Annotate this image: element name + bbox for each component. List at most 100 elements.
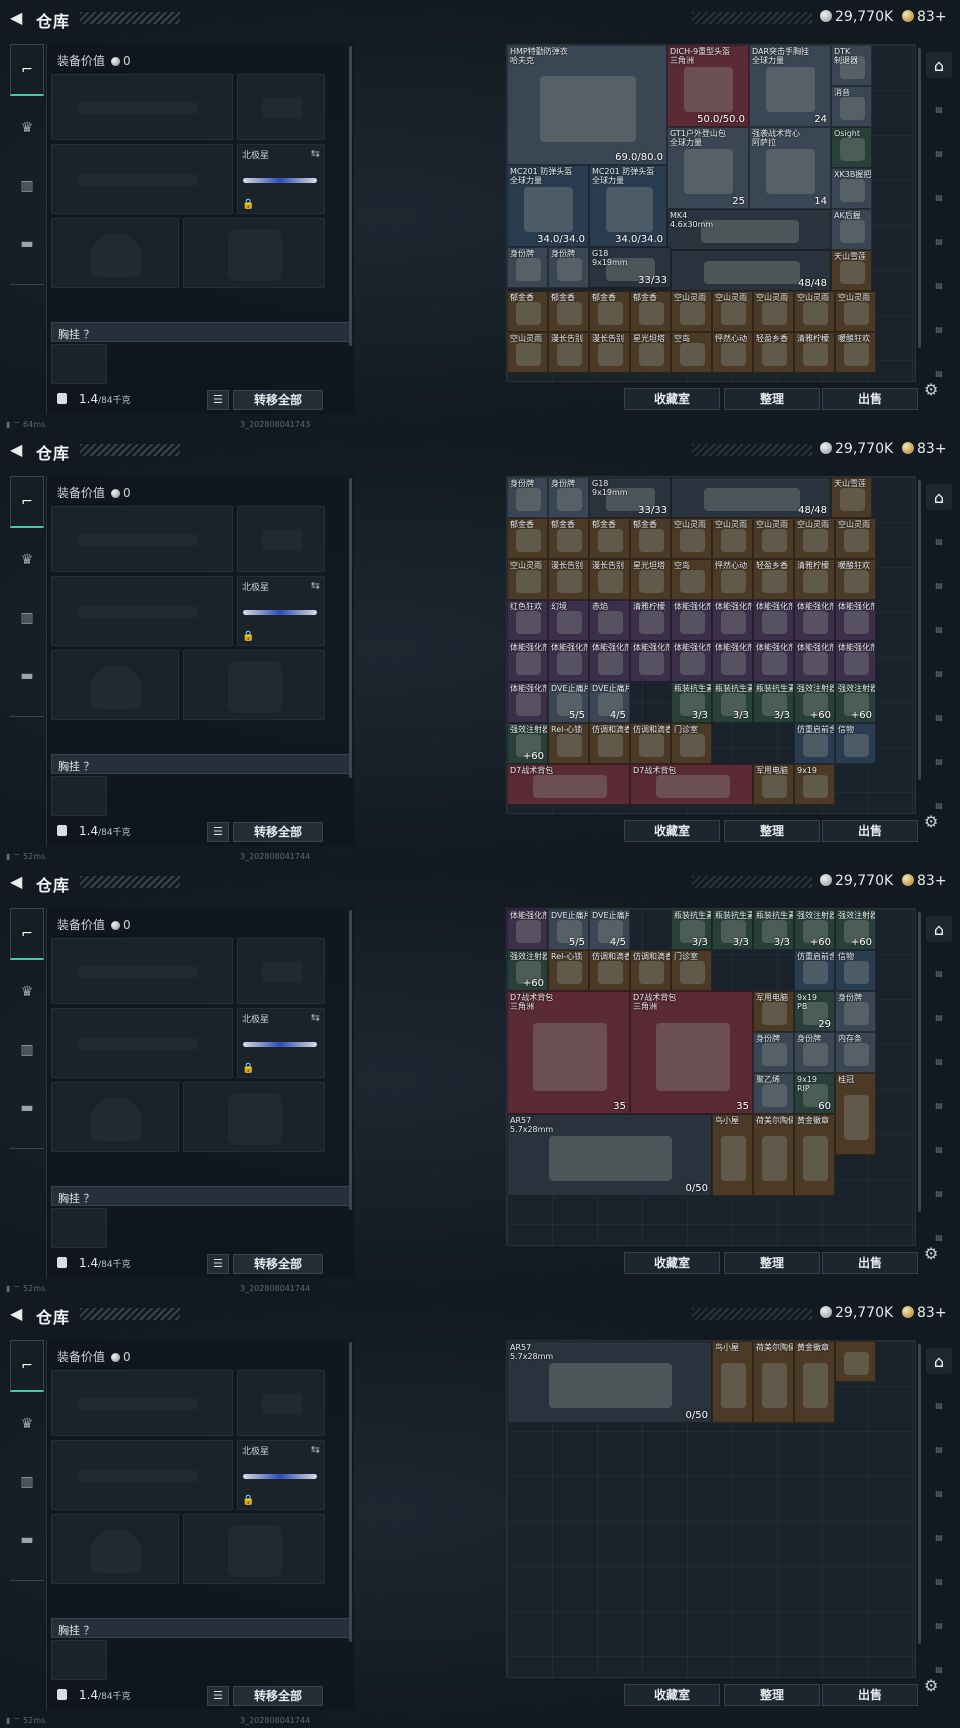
stash-item[interactable]: Osight <box>831 127 872 168</box>
stash-item[interactable]: 身份牌 <box>794 1032 835 1073</box>
stash-item[interactable]: 体能强化剂 <box>548 641 589 682</box>
stash-item[interactable]: 郁金香 <box>589 291 630 332</box>
stash-item[interactable]: MK4 4.6x30mm <box>667 209 831 250</box>
stash-item[interactable]: 空山灵雨 <box>835 291 876 332</box>
stash-item[interactable]: 48/48 <box>671 250 831 291</box>
toolbox-icon[interactable]: ▬ <box>10 650 44 702</box>
stash-item[interactable]: Rel-心锁 <box>548 723 589 764</box>
rig-pocket-slot[interactable] <box>51 776 107 816</box>
stash-item[interactable]: 空山灵雨 <box>794 518 835 559</box>
stash-item[interactable]: 强效注射器 +60 <box>794 682 835 723</box>
stash-item[interactable]: 体能强化剂 <box>753 600 794 641</box>
stash-item[interactable]: 聚乙烯 <box>753 1073 794 1114</box>
pistol-slot[interactable] <box>237 1370 325 1436</box>
sort-button[interactable]: 整理 <box>724 1252 820 1274</box>
secondary-weapon-slot[interactable] <box>51 144 233 214</box>
stash-item[interactable]: 军用电脑 <box>753 764 794 805</box>
stash-item[interactable]: 瓶装抗生素 3/3 <box>753 682 794 723</box>
primary-weapon-slot[interactable] <box>51 74 233 140</box>
stash-item[interactable]: DVE止痛片 4/5 <box>589 682 630 723</box>
stash-item[interactable]: 空山灵雨 <box>753 291 794 332</box>
stash-item[interactable]: 身份牌 <box>548 247 589 288</box>
stash-tab-icon[interactable]: ▤ <box>926 1524 952 1550</box>
stash-item[interactable]: DICH-9重型头盔 三角洲 50.0/50.0 <box>667 45 749 127</box>
toolbox-icon[interactable]: ▬ <box>10 1082 44 1134</box>
stash-item[interactable]: 怦然心动 <box>712 332 753 373</box>
stash-item[interactable]: 空山灵雨 <box>835 518 876 559</box>
melee-slot[interactable]: 北极星 ⇆ 🔒 <box>237 144 325 214</box>
pistol-slot[interactable] <box>237 938 325 1004</box>
vest-icon[interactable]: ▥ <box>10 592 44 644</box>
stash-item[interactable]: AR57 5.7x28mm 0/50 <box>507 1341 712 1423</box>
stash-tab-icon[interactable]: ▤ <box>926 1180 952 1206</box>
primary-weapon-slot[interactable] <box>51 506 233 572</box>
helmet-icon[interactable]: ♛ <box>10 1398 44 1450</box>
primary-weapon-slot[interactable] <box>51 938 233 1004</box>
stash-item[interactable]: 清雅柠檬 <box>630 600 671 641</box>
stash-item[interactable]: 怦然心动 <box>712 559 753 600</box>
list-view-button[interactable]: ☰ <box>207 822 229 842</box>
toolbox-icon[interactable]: ▬ <box>10 1514 44 1566</box>
stash-item[interactable]: 信物 <box>835 723 876 764</box>
stash-item[interactable]: 空岛 <box>671 332 712 373</box>
stash-item[interactable]: 瓶装抗生素 3/3 <box>753 909 794 950</box>
pistol-slot[interactable] <box>237 506 325 572</box>
stash-tab-icon[interactable]: ▤ <box>926 1092 952 1118</box>
stash-home-icon[interactable]: ⌂ <box>926 52 952 78</box>
stash-item[interactable]: 身份牌 <box>835 991 876 1032</box>
helmet-icon[interactable]: ♛ <box>10 102 44 154</box>
list-view-button[interactable]: ☰ <box>207 1254 229 1274</box>
stash-item[interactable]: 强效注射器 +60 <box>507 950 548 991</box>
swap-icon[interactable]: ⇆ <box>311 1443 320 1456</box>
stash-item[interactable]: 郁金香 <box>507 518 548 559</box>
stash-item[interactable]: 桂冠 <box>835 1073 876 1155</box>
transfer-all-button[interactable]: 转移全部 <box>233 1254 323 1274</box>
stash-item[interactable]: 强效注射器 +60 <box>835 909 876 950</box>
stash-item[interactable]: 红色狂欢 <box>507 600 548 641</box>
stash-tab-icon[interactable]: ▤ <box>926 1480 952 1506</box>
stash-item[interactable]: 体能强化剂 <box>630 641 671 682</box>
stash-tab-icon[interactable]: ▤ <box>926 528 952 554</box>
secondary-weapon-slot[interactable] <box>51 576 233 646</box>
swap-icon[interactable]: ⇆ <box>311 1011 320 1024</box>
favorites-button[interactable]: 收藏室 <box>624 1252 720 1274</box>
stash-item[interactable]: 体能强化剂 <box>794 641 835 682</box>
stash-item[interactable]: 空山灵雨 <box>794 291 835 332</box>
armor-slot[interactable] <box>183 650 325 720</box>
gun-icon[interactable]: ⌐ <box>10 1340 44 1392</box>
stash-item[interactable]: 体能强化剂 <box>753 641 794 682</box>
stash-item[interactable]: 体能强化剂 <box>671 641 712 682</box>
stash-tab-icon[interactable]: ▤ <box>926 96 952 122</box>
stash-item[interactable]: 瓶装抗生素 3/3 <box>671 909 712 950</box>
stash-item[interactable]: 清雅柠檬 <box>794 332 835 373</box>
gun-icon[interactable]: ⌐ <box>10 908 44 960</box>
stash-item[interactable]: 体能强化剂 <box>507 641 548 682</box>
helmet-slot[interactable] <box>51 218 179 288</box>
list-view-button[interactable]: ☰ <box>207 390 229 410</box>
stash-item[interactable]: 消音 <box>831 86 872 127</box>
armor-slot[interactable] <box>183 218 325 288</box>
silver-balance[interactable]: 29,770K <box>820 441 893 457</box>
stash-tab-icon[interactable]: ▤ <box>926 140 952 166</box>
settings-gear-icon[interactable]: ⚙ <box>924 1676 938 1695</box>
stash-item[interactable]: 军用电脑 <box>753 991 794 1032</box>
sort-button[interactable]: 整理 <box>724 1684 820 1706</box>
helmet-icon[interactable]: ♛ <box>10 534 44 586</box>
stash-item[interactable]: 荷美尔陶俑 <box>753 1114 794 1196</box>
toolbox-icon[interactable]: ▬ <box>10 218 44 270</box>
stash-item[interactable]: 清雅柠檬 <box>794 559 835 600</box>
helmet-slot[interactable] <box>51 1082 179 1152</box>
stash-item[interactable]: 郁金香 <box>630 291 671 332</box>
stash-item[interactable]: MC201 防弹头盔 全球力量 34.0/34.0 <box>507 165 589 247</box>
sell-button[interactable]: 出售 <box>822 388 918 410</box>
stash-item[interactable]: 体能强化剂 <box>589 641 630 682</box>
melee-slot[interactable]: 北极星 ⇆ 🔒 <box>237 1008 325 1078</box>
sort-button[interactable]: 整理 <box>724 820 820 842</box>
stash-item[interactable]: 强效注射器 +60 <box>835 682 876 723</box>
stash-tab-icon[interactable]: ▤ <box>926 1004 952 1030</box>
back-arrow-icon[interactable]: ◀ <box>10 1306 24 1322</box>
sell-button[interactable]: 出售 <box>822 820 918 842</box>
stash-item[interactable]: 强效注射器 +60 <box>507 723 548 764</box>
stash-item[interactable]: 鸟小屋 <box>712 1114 753 1196</box>
stash-tab-icon[interactable]: ▤ <box>926 1392 952 1418</box>
